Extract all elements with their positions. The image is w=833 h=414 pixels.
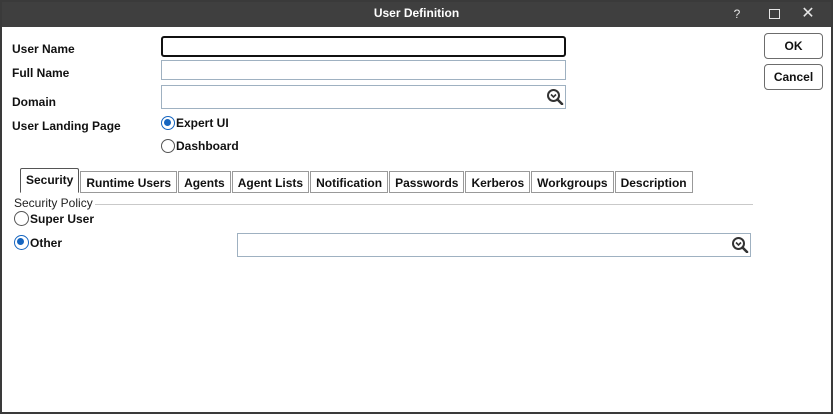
cancel-button[interactable]: Cancel: [764, 64, 823, 90]
tab-workgroups[interactable]: Workgroups: [531, 171, 614, 193]
other-option[interactable]: Other: [14, 235, 62, 250]
user-name-input[interactable]: [163, 38, 564, 55]
super-user-option[interactable]: Super User: [14, 211, 94, 226]
landing-expert-ui-option[interactable]: Expert UI: [161, 116, 229, 130]
ok-button[interactable]: OK: [764, 33, 823, 59]
other-label: Other: [30, 235, 63, 250]
full-name-label: Full Name: [12, 66, 70, 80]
domain-lookup-icon[interactable]: [546, 88, 564, 105]
domain-label: Domain: [12, 95, 57, 109]
super-user-label: Super User: [30, 211, 95, 226]
tab-notification[interactable]: Notification: [310, 171, 389, 193]
maximize-icon[interactable]: [765, 5, 783, 23]
close-icon[interactable]: ✕: [799, 5, 817, 23]
other-policy-lookup-icon[interactable]: [731, 236, 749, 253]
domain-field[interactable]: [161, 85, 566, 109]
security-policy-divider: [14, 204, 753, 205]
super-user-radio[interactable]: [14, 211, 29, 226]
tab-description[interactable]: Description: [614, 171, 693, 193]
tab-agents[interactable]: Agents: [178, 171, 231, 193]
full-name-input[interactable]: [162, 61, 565, 79]
tab-security[interactable]: Security: [20, 168, 80, 193]
tab-passwords[interactable]: Passwords: [389, 171, 465, 193]
other-policy-input[interactable]: [238, 234, 750, 256]
security-policy-legend: Security Policy: [14, 196, 95, 210]
domain-input[interactable]: [162, 86, 565, 108]
other-radio[interactable]: [14, 235, 29, 250]
tab-strip: Security Runtime Users Agents Agent List…: [20, 168, 694, 193]
user-name-field[interactable]: [161, 36, 566, 57]
expert-ui-radio[interactable]: [161, 116, 175, 130]
title-bar[interactable]: User Definition ? ✕: [2, 2, 831, 27]
other-policy-field[interactable]: [237, 233, 751, 257]
dashboard-radio[interactable]: [161, 139, 175, 153]
help-icon[interactable]: ?: [728, 5, 746, 23]
full-name-field[interactable]: [161, 60, 566, 80]
landing-dashboard-option[interactable]: Dashboard: [161, 139, 239, 153]
landing-page-label: User Landing Page: [12, 119, 121, 133]
user-name-label: User Name: [12, 42, 75, 56]
tab-kerberos[interactable]: Kerberos: [465, 171, 531, 193]
expert-ui-label: Expert UI: [176, 116, 229, 130]
user-definition-dialog: User Definition ? ✕ User Name Full Name …: [0, 0, 833, 414]
dashboard-label: Dashboard: [176, 139, 239, 153]
tab-runtime-users[interactable]: Runtime Users: [80, 171, 178, 193]
window-title: User Definition: [373, 6, 460, 20]
tab-agent-lists[interactable]: Agent Lists: [231, 171, 310, 193]
